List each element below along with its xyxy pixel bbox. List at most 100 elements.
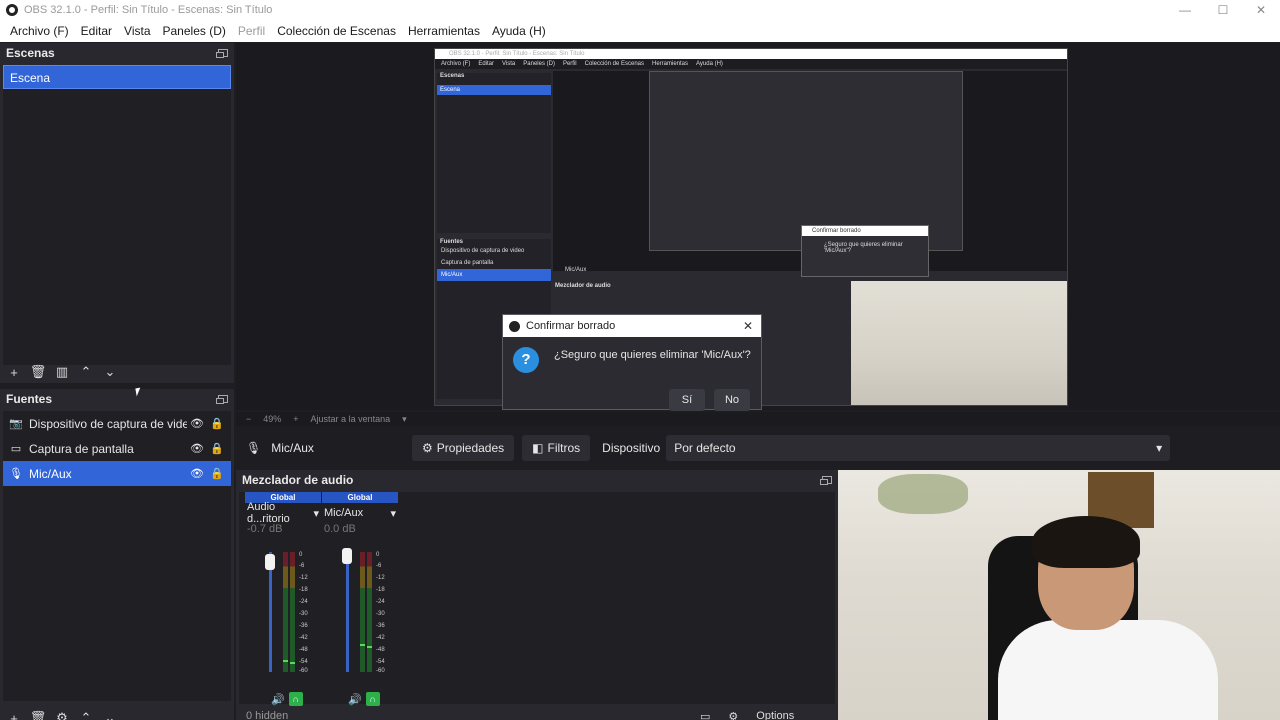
scale-tick: -48 <box>376 647 385 653</box>
window-controls: — ☐ ✕ <box>1166 0 1280 20</box>
filter-icon: ◧ <box>532 441 544 455</box>
scenes-dock-header: Escenas <box>0 43 234 63</box>
close-icon[interactable]: ✕ <box>735 319 761 333</box>
channel-controls: 🔊 ∩ <box>348 692 380 706</box>
lock-icon[interactable]: 🔒 <box>207 417 227 430</box>
scale-tick: -60 <box>376 668 385 674</box>
remove-scene-button[interactable]: 🗑 <box>30 364 47 380</box>
nested-scene-item: Escena <box>437 85 551 95</box>
source-item-screen-capture[interactable]: ▭ Captura de pantalla 👁 🔒 <box>3 436 231 461</box>
nested-context-source: Mic/Aux <box>565 267 587 273</box>
menu-archivo[interactable]: Archivo (F) <box>4 20 75 42</box>
move-up-button[interactable]: ⌃ <box>78 364 94 380</box>
volume-fader[interactable] <box>269 552 272 672</box>
scale-tick: -36 <box>299 623 308 629</box>
obs-logo-icon <box>6 4 18 16</box>
chevron-down-icon[interactable]: ▾ <box>402 414 407 425</box>
menu-paneles[interactable]: Paneles (D) <box>157 20 232 42</box>
nested-menu-item: Paneles (D) <box>523 61 555 67</box>
sources-list: 📷 Dispositivo de captura de video 👁 🔒 ▭ … <box>3 411 231 701</box>
eye-icon[interactable]: 👁 <box>187 417 207 430</box>
nested-menu-item: Vista <box>502 61 516 67</box>
undock-icon[interactable] <box>820 476 832 485</box>
webcam-person-hair <box>1032 516 1140 568</box>
add-source-button[interactable]: + <box>6 710 22 720</box>
scale-tick: -42 <box>376 635 385 641</box>
channel-name[interactable]: Mic/Aux ▾ <box>322 505 398 521</box>
menu-vista[interactable]: Vista <box>118 20 156 42</box>
lock-icon[interactable]: 🔒 <box>207 442 227 455</box>
scale-tick: -12 <box>299 575 308 581</box>
menu-perfil[interactable]: Perfil <box>232 20 271 42</box>
scale-tick: -48 <box>299 647 308 653</box>
headphones-icon[interactable]: ∩ <box>288 692 303 706</box>
menu-ayuda[interactable]: Ayuda (H) <box>486 20 552 42</box>
scenes-list: Escena <box>3 65 231 365</box>
menu-editar[interactable]: Editar <box>75 20 118 42</box>
filters-button[interactable]: ◧ Filtros <box>522 435 591 461</box>
headphones-icon[interactable]: ∩ <box>365 692 380 706</box>
menu-herramientas[interactable]: Herramientas <box>402 20 486 42</box>
minimize-button[interactable]: — <box>1166 0 1204 20</box>
move-up-button[interactable]: ⌃ <box>78 710 94 720</box>
source-item-video-capture[interactable]: 📷 Dispositivo de captura de video 👁 🔒 <box>3 411 231 436</box>
volume-fader-handle[interactable] <box>265 554 275 570</box>
question-icon: ? <box>513 347 539 373</box>
gear-icon: ⚙ <box>422 441 433 455</box>
scenes-dock: Escenas Escena + 🗑 ▥ ⌃ ⌄ <box>0 43 234 383</box>
source-item-mic-aux[interactable]: 🎙 Mic/Aux 👁 🔒 <box>3 461 231 486</box>
channel-name[interactable]: Audio d...ritorio ▾ <box>245 501 321 525</box>
menu-coleccion-escenas[interactable]: Colección de Escenas <box>271 20 402 42</box>
zoom-out-button[interactable]: − <box>246 414 251 424</box>
lock-icon[interactable]: 🔒 <box>207 467 227 480</box>
nested-scenes: Escenas Escena <box>437 73 551 233</box>
scale-tick: -54 <box>376 659 385 665</box>
undock-icon[interactable] <box>216 49 228 58</box>
maximize-button[interactable]: ☐ <box>1204 0 1242 20</box>
no-button[interactable]: No <box>714 389 750 411</box>
dialog-titlebar: Confirmar borrado ✕ <box>503 315 761 337</box>
device-select[interactable]: Por defecto ▾ <box>666 435 1171 461</box>
volume-meter <box>360 552 372 672</box>
dialog-title: Confirmar borrado <box>526 320 616 332</box>
yes-button[interactable]: Sí <box>669 389 705 411</box>
properties-button[interactable]: ⚙ Propiedades <box>412 435 515 461</box>
sources-dock-header: Fuentes <box>0 389 234 409</box>
move-down-button[interactable]: ⌄ <box>102 364 118 380</box>
move-down-button[interactable]: ⌄ <box>102 710 118 720</box>
source-properties-button[interactable]: ⚙ <box>54 710 70 720</box>
eye-icon[interactable]: 👁 <box>187 442 207 455</box>
scene-item[interactable]: Escena <box>3 65 231 89</box>
settings-icon[interactable]: ⚙ <box>728 710 738 720</box>
volume-fader-handle[interactable] <box>342 548 352 564</box>
nested-source-item: Dispositivo de captura de video <box>441 248 525 254</box>
nested-mixer-title: Mezclador de audio <box>555 283 611 289</box>
fit-to-window-label[interactable]: Ajustar a la ventana <box>311 414 391 424</box>
device-value: Por defecto <box>674 441 736 455</box>
add-scene-button[interactable]: + <box>6 364 22 380</box>
scale-tick: -6 <box>376 563 382 569</box>
sources-title: Fuentes <box>6 392 53 406</box>
chevron-down-icon[interactable]: ▾ <box>313 507 319 520</box>
scale-tick: -24 <box>299 599 308 605</box>
meter-bar <box>283 552 288 672</box>
audio-mixer-dock: Mezclador de audio Global Audio d...rito… <box>236 470 838 720</box>
scale-tick: -54 <box>299 659 308 665</box>
eye-icon[interactable]: 👁 <box>187 467 207 480</box>
volume-fader[interactable] <box>346 552 349 672</box>
remove-source-button[interactable]: 🗑 <box>30 710 47 720</box>
layout-icon[interactable]: ▭ <box>700 710 710 720</box>
chevron-down-icon[interactable]: ▾ <box>390 507 396 520</box>
audio-mixer-title: Mezclador de audio <box>242 473 354 487</box>
scene-filters-button[interactable]: ▥ <box>54 364 70 380</box>
nested-menu-item: Herramientas <box>652 61 689 67</box>
speaker-icon[interactable]: 🔊 <box>271 693 285 706</box>
scale-tick: -18 <box>299 587 308 593</box>
zoom-in-button[interactable]: + <box>293 414 298 424</box>
undock-icon[interactable] <box>216 395 228 404</box>
audio-mixer-header: Mezclador de audio <box>236 470 838 490</box>
nested-source-item: Captura de pantalla <box>441 260 494 266</box>
close-button[interactable]: ✕ <box>1242 0 1280 20</box>
speaker-icon[interactable]: 🔊 <box>348 693 362 706</box>
options-button[interactable]: Options <box>756 710 794 720</box>
